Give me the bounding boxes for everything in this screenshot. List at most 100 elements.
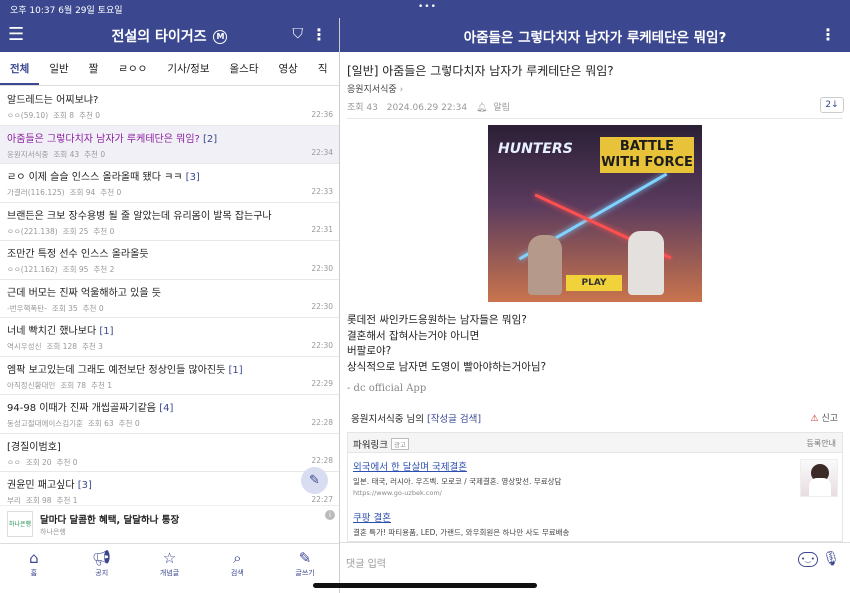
nav-write[interactable]: ✎ 글쓰기 (271, 544, 339, 581)
register-link[interactable]: 등록안내 (807, 438, 836, 449)
list-item[interactable]: 근데 버모는 진짜 억울해하고 있을 듯 -번우핵폭탄- 조회 35 추천 0 22:… (0, 280, 339, 318)
reply-count: 2 (825, 100, 832, 110)
ad-sub: 하나은행 (40, 528, 66, 536)
post-body-line: 버팔로야? (347, 345, 392, 357)
category-tabs: 전체 일반 짤 ㄹㅇㅇ 기사/정보 올스타 영상 직 (0, 52, 339, 86)
post-item-likes: 추천 0 (79, 111, 101, 120)
write-fab-icon[interactable]: ✎ (301, 467, 328, 494)
post-item-title: [경질이범호] (7, 438, 333, 453)
post-item-views: 조회 98 (25, 496, 52, 505)
post-item-likes: 추천 1 (91, 380, 113, 390)
nav-notice[interactable]: 📢︎ 공지 (68, 544, 136, 581)
pencil-icon: ✎ (298, 549, 312, 567)
writer-info: 응원지서식중 님의 [작성글 검색] (351, 411, 481, 425)
home-indicator[interactable] (313, 583, 537, 588)
gallery-title[interactable]: 전설의 타이거즈 M (0, 26, 339, 46)
list-item[interactable]: 94-98 이때가 진짜 개씹골짜기같음 [4] 동성고절대에이스김기훈 조회 63… (0, 395, 339, 434)
nav-search[interactable]: ⌕ 검색 (203, 544, 271, 581)
post-image[interactable]: HUNTERS BATTLE WITH FORCE PLAY (488, 125, 702, 302)
filter-icon[interactable]: ⛉ (293, 26, 304, 42)
tab-item[interactable]: 올스타 (220, 52, 269, 85)
status-time-date: 오후 10:37 6월 29일 토요일 (10, 6, 123, 16)
list-item[interactable]: 알드레드는 어찌보냐? ㅇㅇ(59.10) 조회 8 추천 0 22:36 (0, 87, 339, 126)
post-item-likes: 추천 0 (82, 303, 104, 313)
post-list: 알드레드는 어찌보냐? ㅇㅇ(59.10) 조회 8 추천 0 22:36 아줌들은 그… (0, 87, 339, 510)
post-item-title-text: ㄹㅇ 이제 슬슬 인스스 올라올때 됐다 ㅋㅋ (7, 172, 183, 183)
figure-left (528, 235, 562, 295)
post-item-title-text: 알드레드는 어찌보냐? (7, 95, 99, 106)
power-link-item[interactable]: 쿠팡 결혼 결혼 특가! 파티용품, LED, 가랜드, 와우회원은 하나만 사… (353, 510, 569, 538)
post-separator (347, 118, 843, 119)
post-views: 조회 43 (347, 103, 378, 113)
post-date: 2024.06.29 22:34 (386, 103, 468, 113)
list-item[interactable]: 엠팍 보고있는데 그래도 예전보단 정상인들 많아진듯 [1] 아직정신황대인 조회… (0, 357, 339, 395)
tab-item[interactable]: 영상 (268, 52, 307, 85)
list-item[interactable]: 조만간 특정 선수 인스스 올라올듯 ㅇㅇ(121.162) 조회 95 추천 2 2… (0, 241, 339, 280)
list-item[interactable]: [경질이범호] ㅇㅇ 조회 20 추천 0 22:28 (0, 434, 339, 472)
post-item-title-text: [경질이범호] (7, 441, 61, 453)
ad-banner[interactable]: 하나은행 달마다 달콤한 혜택, 달달하나 통장 하나은행 i (0, 505, 339, 541)
nav-best[interactable]: ☆ 개념글 (136, 544, 204, 581)
post-item-meta: ㅇㅇ(221.138) 조회 25 추천 0 (7, 226, 333, 237)
star-icon: ☆ (162, 549, 177, 567)
post-body: 롯데전 싸인카드응원하는 남자들은 뭐임? 결혼해서 잡혀사는거야 아니면 버팔… (347, 313, 546, 375)
dccon-icon[interactable]: •‿• (798, 552, 818, 567)
post-item-author: 응원지서식중 (7, 149, 49, 159)
post-item-views: 조회 78 (60, 380, 87, 390)
power-link-headline[interactable]: 외국에서 한 달살며 국제결혼 (353, 459, 561, 473)
more-icon[interactable]: ⋮ (311, 25, 327, 44)
post-item-views: 조회 25 (62, 226, 89, 236)
list-item[interactable]: 아줌들은 그렇다치자 남자가 루케테단은 뭐임? [2] 응원지서식중 조회 43 추… (0, 125, 339, 164)
power-link-header: 파워링크 광고 등록안내 (348, 433, 842, 453)
list-item[interactable]: 너네 빡치긴 했나보다 [1] 역시우성신 조회 128 추천 3 22:30 (0, 318, 339, 357)
post-alarm[interactable]: 🔔︎ 알림 (476, 103, 516, 113)
power-link-desc: 일본. 태국, 러시아. 우즈벡. 모로코 / 국제결혼. 영상맞선. 무료상담 (353, 477, 562, 486)
image-logo-right: BATTLE WITH FORCE (600, 137, 694, 173)
power-link-box: 파워링크 광고 등록안내 외국에서 한 달살며 국제결혼 일본. 태국, 러시아.… (347, 432, 843, 542)
tab-item[interactable]: ㄹㅇㅇ (108, 52, 157, 85)
post-author[interactable]: 응원지서식중 › (347, 82, 403, 95)
post-view: [일반] 아줌들은 그렇다치자 남자가 루케테단은 뭐임? 응원지서식중 › 조… (340, 52, 850, 542)
ad-info-icon[interactable]: i (325, 510, 335, 520)
post-item-author: 역시우성신 (7, 342, 42, 351)
comment-bar: 댓글 입력 •‿• 🎙︎ (340, 542, 850, 579)
post-item-time: 22:27 (311, 494, 333, 504)
post-item-title: 조만간 특정 선수 인스스 올라올듯 (7, 245, 333, 260)
tab-item[interactable]: 기사/정보 (157, 52, 219, 85)
power-link-desc: 결혼 특가! 파티용품, LED, 가랜드, 와우회원은 하나만 사도 무료배송 (353, 528, 570, 537)
siren-icon: ⚠ (810, 414, 819, 424)
post-item-views: 조회 43 (53, 149, 80, 159)
post-item-time: 22:34 (311, 148, 333, 157)
post-item-likes: 추천 1 (56, 496, 78, 505)
tab-item[interactable]: 직 (308, 52, 338, 85)
nav-search-label: 검색 (230, 569, 244, 577)
power-link-thumbnail[interactable] (800, 459, 838, 497)
tab-item[interactable]: 일반 (39, 52, 78, 85)
nav-notice-label: 공지 (95, 569, 109, 577)
post-more-icon[interactable]: ⋮ (820, 25, 836, 44)
post-item-likes: 추천 0 (93, 226, 115, 236)
list-item[interactable]: 브랜든은 크보 장수용병 될 줄 알았는데 유리몸이 발목 잡는구나 ㅇㅇ(22… (0, 203, 339, 241)
nav-home[interactable]: ⌂ 홈 (0, 544, 68, 581)
microphone-icon[interactable]: 🎙︎ (822, 551, 840, 567)
post-item-author: ㅇㅇ (7, 457, 21, 467)
comment-input[interactable]: 댓글 입력 (346, 555, 386, 570)
power-link-headline[interactable]: 쿠팡 결혼 (353, 510, 569, 524)
tab-item[interactable]: 짤 (79, 52, 109, 85)
post-item-title: 아줌들은 그렇다치자 남자가 루케테단은 뭐임? [2] (7, 130, 333, 145)
power-link-item[interactable]: 외국에서 한 달살며 국제결혼 일본. 태국, 러시아. 우즈벡. 모로코 / … (353, 459, 561, 497)
report-button[interactable]: ⚠ 신고 (810, 411, 838, 424)
tab-item[interactable]: 전체 (0, 52, 40, 85)
list-item[interactable]: ㄹㅇ 이제 슬슬 인스스 올라올때 됐다 ㅋㅋ [3] 가결러(116.125) 조… (0, 164, 339, 203)
reply-count-button[interactable]: 2↓ (820, 97, 844, 113)
post-item-author: ㅇㅇ(221.138) (7, 226, 58, 236)
gallery-header: ☰ 전설의 타이거즈 M ⛉ ⋮ (0, 18, 339, 52)
post-item-likes: 추천 2 (93, 265, 115, 274)
home-icon: ⌂ (29, 549, 39, 567)
nav-home-label: 홈 (30, 569, 38, 577)
post-item-meta: ㅇㅇ 조회 20 추천 0 (7, 457, 333, 468)
post-item-comment-count: [3] (185, 172, 200, 183)
post-item-comment-count: [3] (77, 480, 92, 491)
ad-title: 달마다 달콤한 혜택, 달달하나 통장 (40, 515, 180, 526)
writer-search-link[interactable]: [작성글 검색] (427, 414, 481, 425)
